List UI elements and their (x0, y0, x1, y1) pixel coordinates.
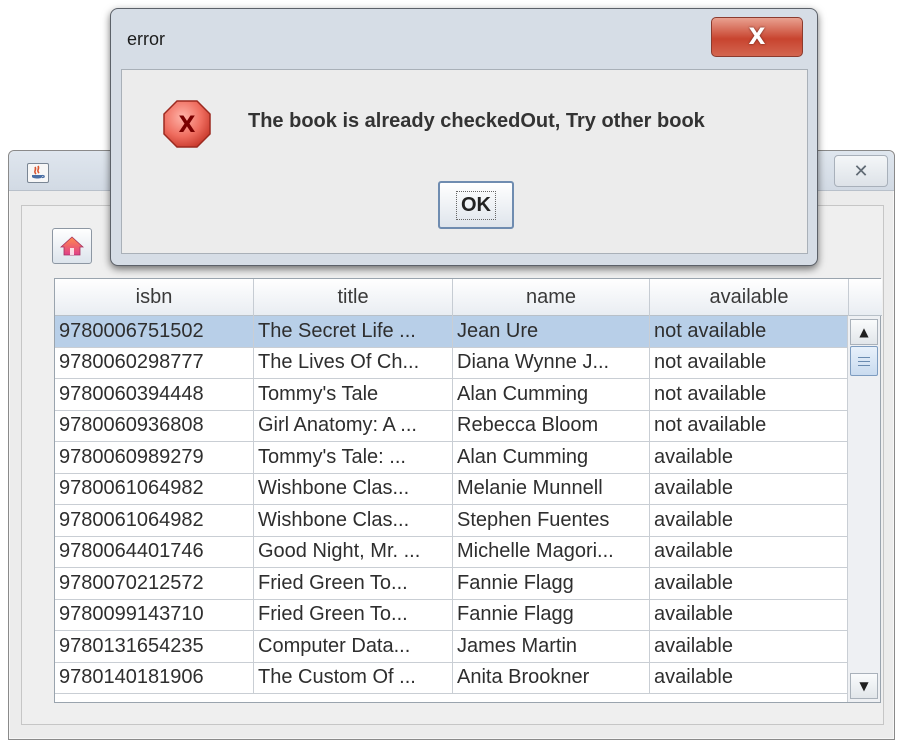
cell-isbn[interactable]: 9780070212572 (55, 568, 254, 599)
table-row[interactable]: 9780099143710 Fried Green To... Fannie F… (55, 599, 849, 631)
scroll-up-button[interactable]: ▲ (850, 319, 878, 345)
home-icon (60, 236, 84, 256)
cell-name[interactable]: Diana Wynne J... (453, 347, 650, 378)
cell-available[interactable]: available (650, 473, 849, 504)
cell-isbn[interactable]: 9780064401746 (55, 536, 254, 567)
cell-title[interactable]: The Lives Of Ch... (254, 347, 453, 378)
cell-name[interactable]: Michelle Magori... (453, 536, 650, 567)
cell-isbn[interactable]: 9780140181906 (55, 662, 254, 693)
cell-name[interactable]: Stephen Fuentes (453, 505, 650, 536)
cell-name[interactable]: Jean Ure (453, 316, 650, 347)
close-icon: X (748, 24, 766, 50)
close-icon: ✕ (853, 160, 869, 182)
cell-title[interactable]: Tommy's Tale: ... (254, 442, 453, 473)
cell-title[interactable]: Girl Anatomy: A ... (254, 410, 453, 441)
table-row[interactable]: 9780060989279 Tommy's Tale: ... Alan Cum… (55, 442, 849, 474)
grip-icon (858, 356, 870, 366)
cell-available[interactable]: available (650, 505, 849, 536)
table-row[interactable]: 9780131654235 Computer Data... James Mar… (55, 631, 849, 663)
scroll-down-button[interactable]: ▼ (850, 673, 878, 699)
cell-isbn[interactable]: 9780099143710 (55, 599, 254, 630)
column-header-available[interactable]: available (650, 279, 849, 316)
cell-name[interactable]: Fannie Flagg (453, 568, 650, 599)
home-button[interactable] (52, 228, 92, 264)
arrow-up-icon: ▲ (859, 325, 869, 339)
java-icon (27, 163, 49, 183)
header-corner (849, 279, 882, 316)
vertical-scrollbar[interactable]: ▲ ▼ (847, 316, 880, 702)
ok-label: OK (456, 190, 496, 220)
cell-available[interactable]: not available (650, 410, 849, 441)
table-body: 9780006751502 The Secret Life ... Jean U… (55, 316, 849, 694)
cell-name[interactable]: Alan Cumming (453, 379, 650, 410)
cell-title[interactable]: Fried Green To... (254, 599, 453, 630)
cell-available[interactable]: not available (650, 316, 849, 347)
cell-name[interactable]: Alan Cumming (453, 442, 650, 473)
cell-title[interactable]: Tommy's Tale (254, 379, 453, 410)
cell-available[interactable]: available (650, 442, 849, 473)
table-row[interactable]: 9780061064982 Wishbone Clas... Stephen F… (55, 505, 849, 537)
cell-name[interactable]: James Martin (453, 631, 650, 662)
svg-text:X: X (179, 113, 196, 138)
cell-isbn[interactable]: 9780060936808 (55, 410, 254, 441)
table-row[interactable]: 9780006751502 The Secret Life ... Jean U… (55, 316, 849, 348)
cell-name[interactable]: Melanie Munnell (453, 473, 650, 504)
scroll-thumb[interactable] (850, 346, 878, 376)
cell-name[interactable]: Rebecca Bloom (453, 410, 650, 441)
table-row[interactable]: 9780060298777 The Lives Of Ch... Diana W… (55, 347, 849, 379)
table-row[interactable]: 9780064401746 Good Night, Mr. ... Michel… (55, 536, 849, 568)
cell-title[interactable]: Wishbone Clas... (254, 473, 453, 504)
dialog-close-button[interactable]: X (711, 17, 803, 57)
arrow-down-icon: ▼ (859, 679, 869, 693)
cell-available[interactable]: available (650, 662, 849, 693)
cell-available[interactable]: available (650, 631, 849, 662)
cell-available[interactable]: available (650, 568, 849, 599)
cell-name[interactable]: Fannie Flagg (453, 599, 650, 630)
table-row[interactable]: 9780140181906 The Custom Of ... Anita Br… (55, 662, 849, 694)
cell-isbn[interactable]: 9780060394448 (55, 379, 254, 410)
ok-button[interactable]: OK (438, 181, 514, 229)
cell-available[interactable]: available (650, 599, 849, 630)
dialog-title: error (127, 29, 166, 49)
cell-isbn[interactable]: 9780061064982 (55, 505, 254, 536)
cell-available[interactable]: available (650, 536, 849, 567)
table-row[interactable]: 9780060936808 Girl Anatomy: A ... Rebecc… (55, 410, 849, 442)
cell-title[interactable]: Fried Green To... (254, 568, 453, 599)
error-dialog: error X X The book is already checkedOut… (110, 8, 818, 266)
column-header-title[interactable]: title (254, 279, 453, 316)
cell-title[interactable]: The Custom Of ... (254, 662, 453, 693)
column-header-name[interactable]: name (453, 279, 650, 316)
column-header-isbn[interactable]: isbn (55, 279, 254, 316)
close-button[interactable]: ✕ (834, 155, 888, 187)
cell-title[interactable]: The Secret Life ... (254, 316, 453, 347)
error-icon: X (163, 100, 211, 148)
dialog-message: The book is already checkedOut, Try othe… (248, 110, 705, 132)
table-header: isbn title name available (55, 279, 882, 316)
cell-available[interactable]: not available (650, 379, 849, 410)
table-row[interactable]: 9780061064982 Wishbone Clas... Melanie M… (55, 473, 849, 505)
cell-available[interactable]: not available (650, 347, 849, 378)
cell-title[interactable]: Computer Data... (254, 631, 453, 662)
table-row[interactable]: 9780070212572 Fried Green To... Fannie F… (55, 568, 849, 600)
books-table[interactable]: isbn title name available 9780006751502 … (54, 278, 882, 703)
table-row[interactable]: 9780060394448 Tommy's Tale Alan Cumming … (55, 379, 849, 411)
cell-isbn[interactable]: 9780060298777 (55, 347, 254, 378)
cell-name[interactable]: Anita Brookner (453, 662, 650, 693)
cell-title[interactable]: Good Night, Mr. ... (254, 536, 453, 567)
dialog-body: X The book is already checkedOut, Try ot… (121, 69, 808, 254)
cell-title[interactable]: Wishbone Clas... (254, 505, 453, 536)
cell-isbn[interactable]: 9780131654235 (55, 631, 254, 662)
cell-isbn[interactable]: 9780060989279 (55, 442, 254, 473)
cell-isbn[interactable]: 9780061064982 (55, 473, 254, 504)
cell-isbn[interactable]: 9780006751502 (55, 316, 254, 347)
